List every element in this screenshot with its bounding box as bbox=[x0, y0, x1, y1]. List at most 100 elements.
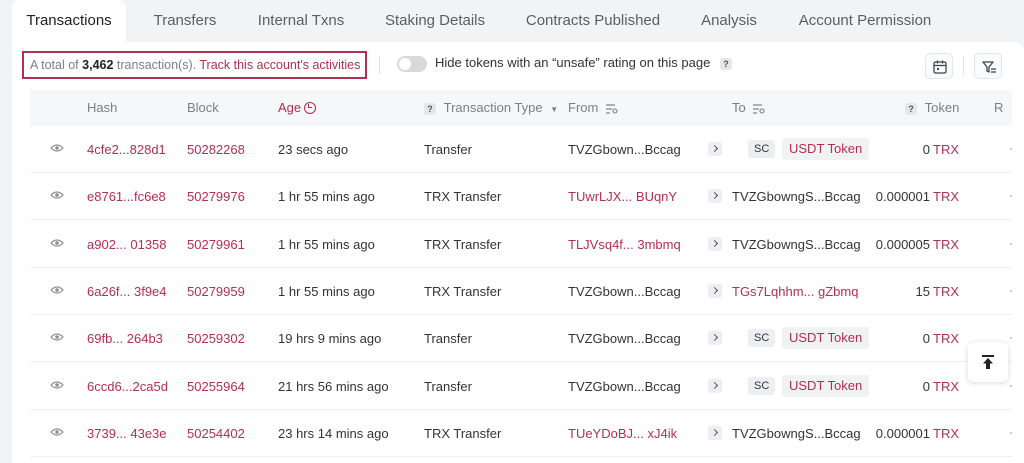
from-address[interactable]: TUwrLJX... BUqnY bbox=[568, 173, 677, 220]
eye-icon[interactable] bbox=[50, 190, 64, 200]
tab-transactions[interactable]: Transactions bbox=[12, 0, 126, 42]
hash-link[interactable]: 6ccd6...2ca5d bbox=[87, 363, 168, 410]
column-age-label: Age bbox=[278, 100, 302, 115]
transaction-type-value: TRX Transfer bbox=[424, 236, 502, 252]
token-amount: 0.000001 bbox=[875, 189, 930, 205]
direction-arrow-icon[interactable] bbox=[708, 331, 722, 346]
from-address: TVZGbown...Bccag bbox=[568, 378, 681, 394]
to-token-link[interactable]: USDT Token bbox=[782, 138, 870, 160]
from-address[interactable]: TUeYDoBJ... xJ4ik bbox=[568, 410, 677, 457]
block-link[interactable]: 50279961 bbox=[187, 221, 245, 268]
table-row: e8761...fc6e8 50279976 1 hr 55 mins ago TRX… bbox=[30, 173, 1012, 221]
tab-transfers[interactable]: Transfers bbox=[140, 0, 230, 42]
transaction-type-value: TRX Transfer bbox=[424, 189, 502, 205]
direction-arrow-icon[interactable] bbox=[708, 283, 722, 298]
divider bbox=[963, 56, 964, 76]
table-row: 69fb... 264b3 50259302 19 hrs 9 mins ago Tr… bbox=[30, 315, 1012, 363]
to-address: TVZGbowngS...Bccag bbox=[732, 425, 861, 441]
date-filter-button[interactable] bbox=[925, 53, 953, 79]
direction-arrow-icon[interactable] bbox=[708, 425, 722, 440]
to-address[interactable]: TGs7Lqhhm... gZbmq bbox=[732, 268, 858, 315]
column-age[interactable]: Age bbox=[278, 90, 317, 126]
eye-icon[interactable] bbox=[50, 427, 64, 437]
age-value: 19 hrs 9 mins ago bbox=[278, 331, 382, 347]
hash-link[interactable]: 6a26f... 3f9e4 bbox=[87, 268, 167, 315]
direction-arrow-icon[interactable] bbox=[708, 142, 722, 156]
table-header: Hash Block Age ? Transaction Type ▼ From… bbox=[30, 90, 1012, 126]
to-token-link[interactable]: USDT Token bbox=[782, 327, 870, 350]
transaction-summary: A total of 3,462 transaction(s). Track t… bbox=[22, 51, 367, 79]
token-amount: 0 bbox=[922, 331, 930, 347]
hash-link[interactable]: a902... 01358 bbox=[87, 221, 167, 268]
help-icon[interactable]: ? bbox=[719, 57, 732, 70]
block-link[interactable]: 50279976 bbox=[187, 173, 245, 220]
help-icon[interactable]: ? bbox=[905, 102, 917, 115]
token-unit-link[interactable]: TRX bbox=[933, 126, 959, 173]
filter-button[interactable] bbox=[974, 53, 1002, 79]
help-icon[interactable]: ? bbox=[424, 102, 436, 115]
hide-unsafe-toggle[interactable] bbox=[397, 56, 427, 72]
tab-staking-details[interactable]: Staking Details bbox=[376, 0, 494, 42]
from-address[interactable]: TLJVsq4f... 3mbmq bbox=[568, 221, 681, 268]
direction-arrow-icon[interactable] bbox=[708, 236, 722, 251]
hash-link[interactable]: 69fb... 264b3 bbox=[87, 315, 163, 362]
column-transaction-type[interactable]: ? Transaction Type ▼ bbox=[424, 90, 558, 126]
filter-list-icon[interactable] bbox=[753, 103, 765, 114]
tab-bar: Transactions Transfers Internal Txns Sta… bbox=[0, 0, 1024, 42]
transaction-type-value: TRX Transfer bbox=[424, 425, 502, 441]
result-cell bbox=[1010, 431, 1012, 434]
block-link[interactable]: 50255964 bbox=[187, 363, 245, 410]
transaction-type-value: TRX Transfer bbox=[424, 283, 502, 299]
divider bbox=[379, 56, 380, 74]
token-amount: 0 bbox=[922, 142, 930, 157]
transactions-panel: A total of 3,462 transaction(s). Track t… bbox=[12, 42, 1024, 463]
token-unit-link[interactable]: TRX bbox=[933, 221, 959, 268]
hash-link[interactable]: 3739... 43e3e bbox=[87, 410, 167, 457]
filter-list-icon[interactable] bbox=[605, 103, 618, 114]
eye-icon[interactable] bbox=[50, 238, 64, 248]
eye-icon[interactable] bbox=[50, 143, 64, 153]
token-amount: 0 bbox=[922, 378, 930, 394]
column-from: From bbox=[568, 90, 618, 126]
tab-contracts-published[interactable]: Contracts Published bbox=[518, 0, 668, 42]
from-address: TVZGbown...Bccag bbox=[568, 142, 681, 157]
column-to: To bbox=[732, 90, 765, 126]
column-hash: Hash bbox=[87, 100, 118, 115]
summary-prefix: A total of bbox=[30, 58, 79, 72]
scroll-to-top-button[interactable] bbox=[968, 342, 1008, 382]
to-token-link[interactable]: USDT Token bbox=[782, 374, 870, 397]
direction-arrow-icon[interactable] bbox=[708, 378, 722, 393]
block-link[interactable]: 50254402 bbox=[187, 410, 245, 457]
token-amount: 15 bbox=[915, 283, 930, 299]
from-address: TVZGbown...Bccag bbox=[568, 283, 681, 299]
eye-icon[interactable] bbox=[50, 332, 64, 342]
token-amount: 0.000001 bbox=[875, 425, 930, 441]
track-activities-link[interactable]: Track this account's activities bbox=[199, 58, 360, 72]
result-cell bbox=[1010, 148, 1012, 150]
table-row: 6a26f... 3f9e4 50279959 1 hr 55 mins ago TR… bbox=[30, 268, 1012, 315]
result-cell bbox=[1010, 242, 1012, 245]
age-value: 1 hr 55 mins ago bbox=[278, 283, 375, 299]
token-unit-link[interactable]: TRX bbox=[933, 410, 959, 457]
token-unit-link[interactable]: TRX bbox=[933, 363, 959, 410]
token-unit-link[interactable]: TRX bbox=[933, 268, 959, 315]
block-link[interactable]: 50279959 bbox=[187, 268, 245, 315]
column-token: ? Token bbox=[905, 90, 959, 126]
column-from-label: From bbox=[568, 100, 599, 115]
age-value: 23 hrs 14 mins ago bbox=[278, 425, 389, 441]
token-unit-link[interactable]: TRX bbox=[933, 173, 959, 220]
direction-arrow-icon[interactable] bbox=[708, 189, 722, 204]
token-unit-link[interactable]: TRX bbox=[933, 315, 959, 362]
eye-icon[interactable] bbox=[50, 285, 64, 295]
hash-link[interactable]: 4cfe2...828d1 bbox=[87, 126, 166, 173]
block-link[interactable]: 50282268 bbox=[187, 126, 245, 173]
tab-analysis[interactable]: Analysis bbox=[692, 0, 766, 42]
block-link[interactable]: 50259302 bbox=[187, 315, 245, 362]
eye-icon[interactable] bbox=[50, 380, 64, 390]
table-row: a902... 01358 50279961 1 hr 55 mins ago TRX… bbox=[30, 221, 1012, 268]
hash-link[interactable]: e8761...fc6e8 bbox=[87, 173, 166, 220]
clock-icon[interactable] bbox=[304, 101, 317, 114]
tab-account-permission[interactable]: Account Permission bbox=[790, 0, 940, 42]
result-cell bbox=[1010, 289, 1012, 292]
tab-internal-txns[interactable]: Internal Txns bbox=[248, 0, 354, 42]
